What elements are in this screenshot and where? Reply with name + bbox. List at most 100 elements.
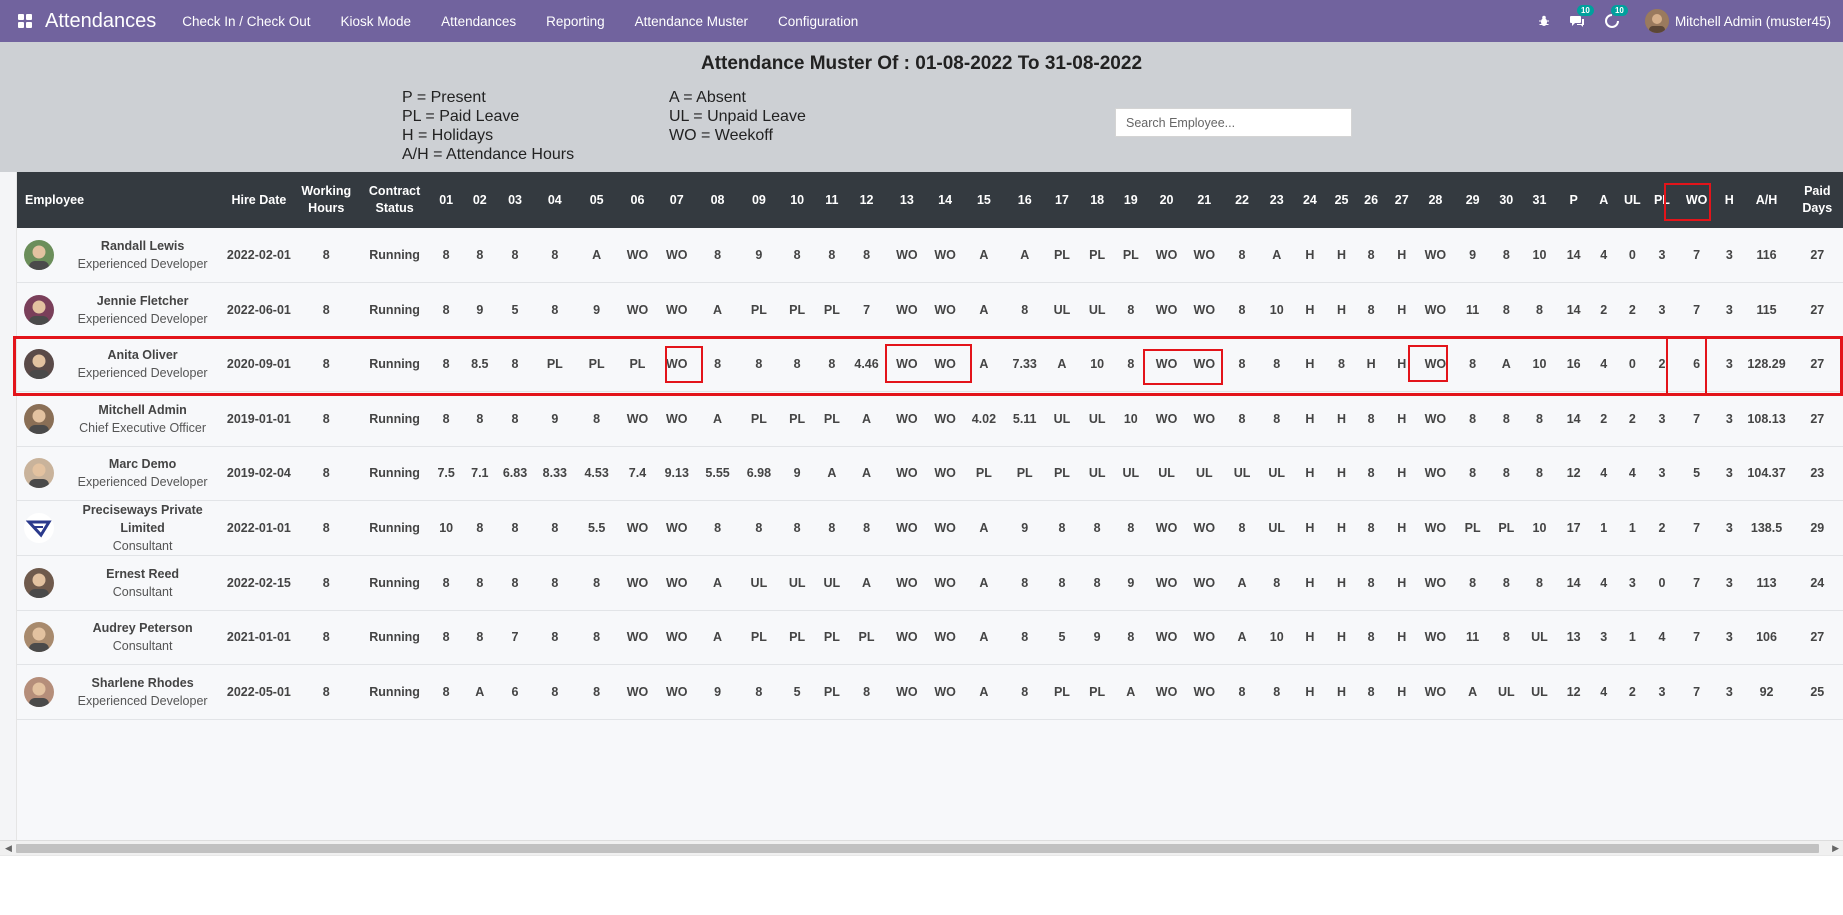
day-cell: H: [1337, 302, 1347, 317]
day-cell: 8: [1021, 630, 1029, 645]
scroll-left-arrow-icon[interactable]: ◀: [5, 843, 12, 854]
employee-cell[interactable]: Randall Lewis Experienced Developer: [17, 228, 225, 283]
table-row[interactable]: Sharlene Rhodes Experienced Developer 2022…: [17, 665, 1843, 720]
weekoff-count-cell: 7: [1693, 630, 1701, 645]
day-cell: A: [1126, 684, 1136, 699]
column-header-09: 09: [739, 172, 779, 228]
day-cell: WO: [1424, 411, 1447, 426]
employee-name[interactable]: Jennie Fletcher: [60, 292, 225, 310]
present-count-cell: 12: [1566, 466, 1581, 481]
muster-table-container[interactable]: Employee Hire Date Working Hours Contract S…: [16, 172, 1843, 840]
day-cell: 8: [863, 684, 871, 699]
working-hours-cell: 8: [322, 521, 330, 535]
column-header-a: A: [1589, 172, 1619, 228]
legend-item: P = Present: [402, 89, 486, 106]
employee-name[interactable]: Mitchell Admin: [60, 401, 225, 419]
day-cell: 5.55: [705, 466, 730, 481]
contract-status-cell: Running: [369, 575, 420, 590]
table-row[interactable]: Marc Demo Experienced Developer 2019-02-04…: [17, 446, 1843, 501]
day-cell: WO: [934, 411, 956, 426]
day-cell: UL: [1195, 466, 1213, 481]
day-cell: H: [1305, 466, 1315, 481]
column-header-20: 20: [1147, 172, 1186, 228]
day-cell: 8: [476, 411, 484, 426]
employee-cell[interactable]: Ernest Reed Consultant: [17, 556, 225, 611]
day-cell: 8: [476, 248, 484, 262]
user-avatar[interactable]: [1644, 9, 1669, 33]
day-cell: 8: [863, 248, 871, 262]
day-cell: 8: [1502, 248, 1510, 262]
scroll-right-arrow-icon[interactable]: ▶: [1832, 843, 1839, 854]
attendance-hours-cell: 104.37: [1747, 466, 1786, 481]
search-employee-input[interactable]: [1115, 108, 1352, 137]
employee-name[interactable]: Ernest Reed: [60, 565, 225, 583]
day-cell: 8: [1127, 302, 1135, 317]
day-cell: 5.5: [587, 521, 606, 535]
employee-cell[interactable]: Anita Oliver Experienced Developer: [17, 337, 225, 392]
employee-cell[interactable]: Mitchell Admin Chief Executive Officer: [17, 392, 225, 447]
day-cell: WO: [1193, 575, 1216, 590]
apps-menu-icon[interactable]: [14, 0, 36, 42]
user-menu[interactable]: Mitchell Admin (muster45): [1675, 14, 1831, 29]
table-row[interactable]: Jennie Fletcher Experienced Developer 2022…: [17, 283, 1843, 338]
unpaid-leave-count-cell: 0: [1628, 357, 1636, 372]
employee-name[interactable]: Sharlene Rhodes: [60, 674, 225, 692]
day-cell: 8: [1021, 302, 1029, 317]
present-count-cell: 14: [1566, 411, 1581, 426]
contract-status-cell: Running: [369, 466, 420, 481]
day-cell: 8: [476, 630, 484, 645]
weekoff-count-cell: 7: [1693, 302, 1701, 317]
day-cell: H: [1397, 357, 1407, 372]
day-cell: 8: [1502, 630, 1510, 645]
scrollbar-thumb[interactable]: [16, 844, 1819, 853]
table-row[interactable]: Preciseways Private Limited Consultant 202…: [17, 501, 1843, 556]
day-cell: 8: [511, 411, 519, 426]
day-cell: WO: [896, 521, 918, 535]
day-cell: WO: [934, 248, 956, 262]
day-cell: A: [1468, 684, 1478, 699]
app-title[interactable]: Attendances: [45, 10, 156, 33]
employee-cell[interactable]: Preciseways Private Limited Consultant: [17, 501, 225, 556]
employee-cell[interactable]: Sharlene Rhodes Experienced Developer: [17, 665, 225, 720]
employee-cell[interactable]: Audrey Peterson Consultant: [17, 610, 225, 665]
table-row[interactable]: Randall Lewis Experienced Developer 2022-0…: [17, 228, 1843, 283]
employee-name[interactable]: Randall Lewis: [60, 237, 225, 255]
day-cell: 8: [1536, 411, 1543, 426]
employee-name[interactable]: Preciseways Private Limited: [60, 501, 225, 537]
employee-name[interactable]: Audrey Peterson: [60, 619, 225, 637]
employee-cell[interactable]: Jennie Fletcher Experienced Developer: [17, 283, 225, 338]
day-cell: PL: [789, 411, 806, 426]
day-cell: PL: [858, 630, 875, 645]
menu-check-in-out[interactable]: Check In / Check Out: [182, 14, 310, 29]
table-row[interactable]: Audrey Peterson Consultant 2021-01-01 8 Runn…: [17, 610, 1843, 665]
day-cell: A: [713, 411, 723, 426]
bug-icon[interactable]: [1535, 12, 1553, 30]
menu-kiosk-mode[interactable]: Kiosk Mode: [341, 14, 412, 29]
menu-attendance-muster[interactable]: Attendance Muster: [635, 14, 748, 29]
holiday-count-cell: 3: [1725, 575, 1733, 590]
horizontal-scrollbar[interactable]: ◀ ▶: [0, 840, 1843, 855]
employee-name[interactable]: Anita Oliver: [60, 346, 225, 364]
day-cell: 8: [1238, 248, 1246, 262]
table-row[interactable]: Anita Oliver Experienced Developer 2020-09…: [17, 337, 1843, 392]
table-row[interactable]: Ernest Reed Consultant 2022-02-15 8 Running 8…: [17, 556, 1843, 611]
column-header-07: 07: [657, 172, 696, 228]
menu-attendances[interactable]: Attendances: [441, 14, 516, 29]
activity-clock-icon[interactable]: 10: [1603, 5, 1628, 30]
menu-configuration[interactable]: Configuration: [778, 14, 858, 29]
day-cell: 8: [551, 302, 559, 317]
menu-reporting[interactable]: Reporting: [546, 14, 605, 29]
day-cell: 8: [1058, 575, 1066, 590]
present-count-cell: 17: [1566, 521, 1581, 535]
employee-cell[interactable]: Marc Demo Experienced Developer: [17, 446, 225, 501]
day-cell: WO: [626, 411, 649, 426]
table-row[interactable]: Mitchell Admin Chief Executive Officer 201…: [17, 392, 1843, 447]
weekoff-count-cell: 5: [1693, 466, 1701, 481]
day-cell: 8: [755, 357, 763, 372]
employee-name[interactable]: Marc Demo: [60, 455, 225, 473]
day-cell: 8: [1273, 357, 1281, 372]
messages-icon[interactable]: 10: [1569, 5, 1594, 30]
column-header-wo: WO: [1677, 172, 1717, 228]
day-cell: PL: [1464, 521, 1481, 535]
column-header-10: 10: [778, 172, 817, 228]
